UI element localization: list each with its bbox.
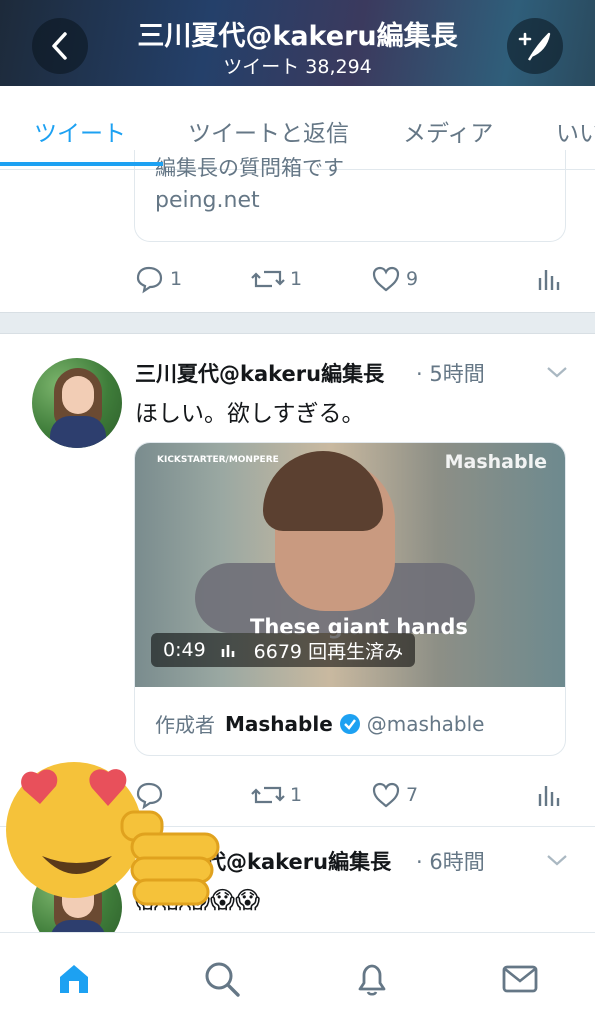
analytics-button[interactable] — [536, 264, 560, 294]
chevron-down-icon[interactable] — [545, 852, 569, 868]
like-count: 9 — [406, 268, 419, 290]
reply-count: 1 — [170, 268, 183, 290]
retweet-icon — [251, 270, 285, 288]
compose-tweet-button[interactable] — [507, 18, 563, 74]
card-author-prefix: 作成者 — [155, 713, 215, 737]
heart-icon — [372, 266, 400, 292]
tweet-count: ツイート 38,294 — [223, 56, 372, 78]
video-views: 6679 回再生済み — [253, 640, 404, 663]
tweet-author-name[interactable]: 代@kakeru編集長 — [205, 846, 391, 876]
tweet-actions: 1 1 9 — [134, 264, 574, 298]
heart-eyes-thumbs-up-sticker-icon — [6, 762, 220, 906]
tweet-separator — [0, 312, 595, 334]
heart-icon — [372, 782, 400, 808]
tweet-time: · 6時間 — [416, 850, 485, 874]
chevron-down-icon[interactable] — [545, 364, 569, 380]
video-stats-overlay: 0:49 6679 回再生済み — [151, 633, 416, 667]
profile-header: 三川夏代@kakeru編集長 ツイート 38,294 — [0, 0, 595, 86]
tweet-text: ほしい。欲しすぎる。 — [135, 401, 365, 427]
avatar[interactable] — [32, 358, 122, 448]
views-bars-icon — [221, 645, 234, 657]
analytics-button[interactable] — [536, 780, 560, 810]
home-icon[interactable] — [54, 959, 94, 999]
card-attribution: 作成者 Mashable @mashable — [155, 709, 484, 738]
profile-name: 三川夏代@kakeru編集長 — [137, 21, 458, 52]
analytics-icon — [538, 270, 560, 290]
card-author[interactable]: Mashable — [225, 712, 333, 736]
retweet-button[interactable]: 1 — [250, 264, 302, 294]
verified-badge-icon — [339, 713, 360, 734]
tab-media[interactable]: メディア — [403, 114, 493, 148]
retweet-icon — [251, 786, 285, 804]
reply-icon — [136, 266, 163, 294]
tab-tweets-replies[interactable]: ツイートと返信 — [188, 114, 349, 148]
like-button[interactable]: 9 — [370, 264, 418, 294]
like-button[interactable]: 7 — [370, 780, 418, 810]
like-count: 7 — [406, 784, 419, 806]
video-card[interactable]: KICKSTARTER/MONPERE Mashable These giant… — [134, 442, 566, 756]
retweet-count: 1 — [290, 268, 303, 290]
active-tab-indicator — [0, 162, 163, 166]
analytics-icon — [538, 786, 560, 806]
mail-icon[interactable] — [500, 959, 540, 999]
retweet-button[interactable]: 1 — [250, 780, 302, 810]
tweet-time: · 5時間 — [416, 362, 485, 386]
tab-tweets[interactable]: ツイート — [34, 114, 126, 148]
card-handle[interactable]: @mashable — [367, 712, 485, 736]
video-duration: 0:49 — [163, 639, 206, 661]
link-card-text: 編集長の質問箱です — [155, 156, 344, 180]
link-card[interactable]: 編集長の質問箱です peing.net — [134, 150, 566, 242]
reply-button[interactable]: 1 — [134, 264, 182, 294]
search-icon[interactable] — [202, 959, 242, 999]
link-card-domain: peing.net — [155, 188, 260, 213]
bell-icon[interactable] — [352, 959, 392, 999]
tweet-author-name[interactable]: 三川夏代@kakeru編集長 — [135, 358, 384, 388]
bottom-tab-bar — [0, 932, 595, 1024]
video-brand-watermark: Mashable — [444, 451, 547, 473]
video-player[interactable]: KICKSTARTER/MONPERE Mashable These giant… — [135, 443, 565, 687]
tab-likes[interactable]: いい — [556, 114, 595, 148]
video-source-label: KICKSTARTER/MONPERE — [157, 455, 279, 465]
feather-plus-icon — [518, 32, 551, 61]
retweet-count: 1 — [290, 784, 303, 806]
